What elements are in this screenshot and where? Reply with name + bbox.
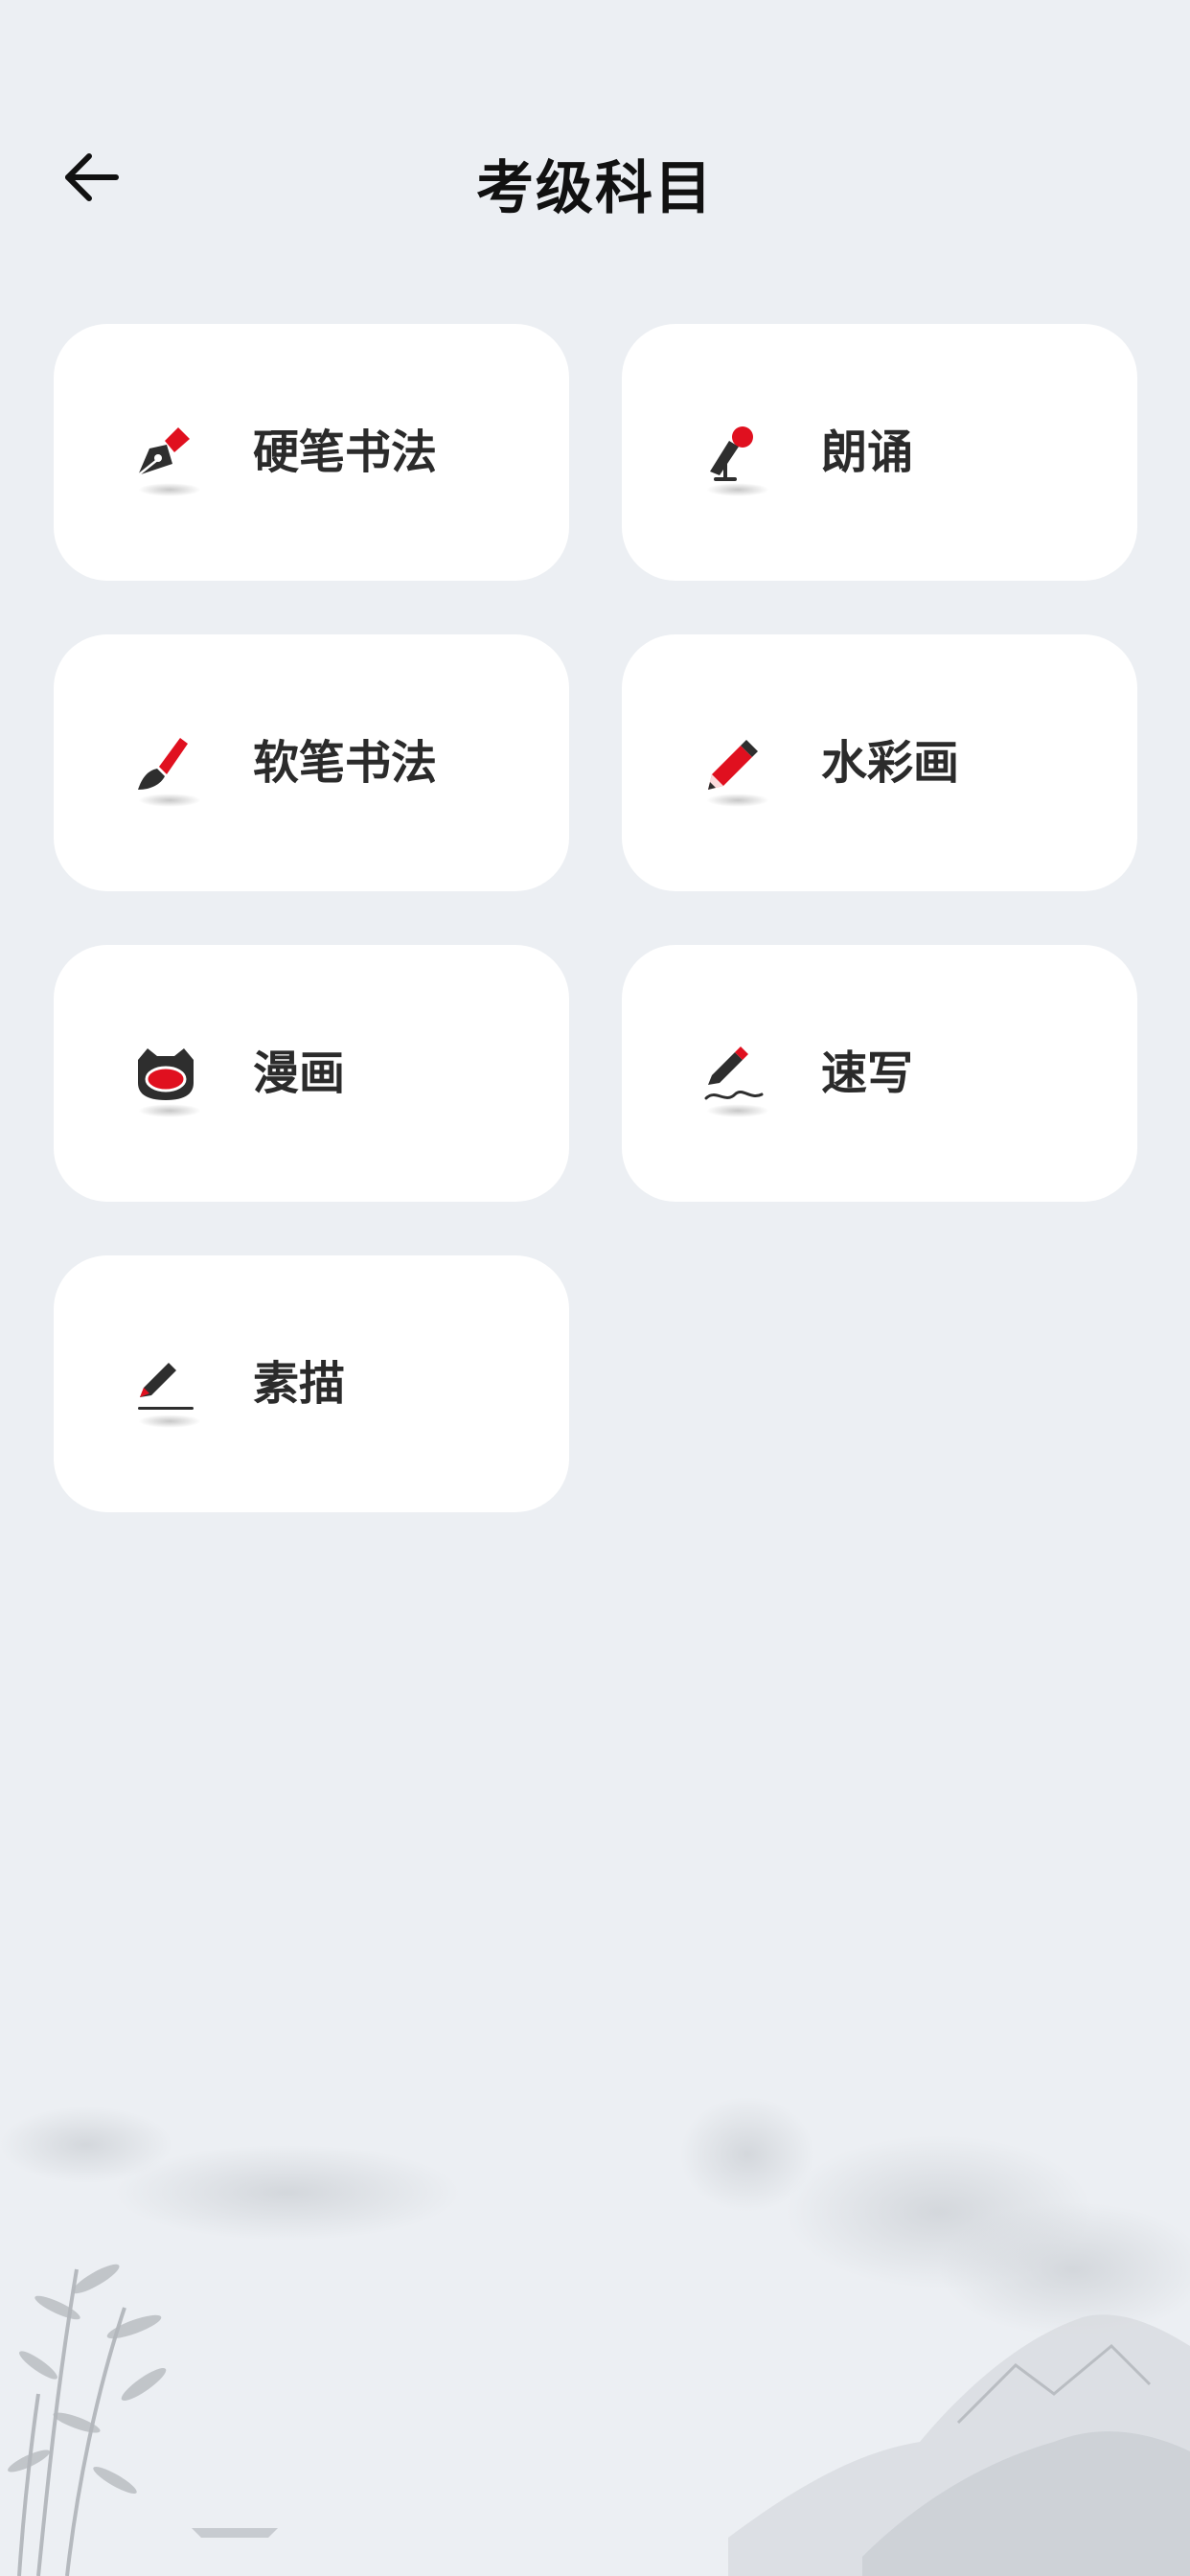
subject-label: 速写: [821, 1046, 914, 1100]
subject-label: 硬笔书法: [253, 426, 438, 479]
subject-card-sketching[interactable]: 速写: [622, 945, 1137, 1202]
fountain-pen-icon: [128, 416, 203, 496]
subject-card-recitation[interactable]: 朗诵: [622, 324, 1137, 581]
subject-card-watercolor[interactable]: 水彩画: [622, 634, 1137, 891]
subject-label: 水彩画: [821, 736, 960, 790]
page-title: 考级科目: [476, 155, 714, 222]
subject-card-hard-pen-calligraphy[interactable]: 硬笔书法: [54, 324, 569, 581]
subject-label: 素描: [253, 1357, 346, 1411]
drawing-pencil-icon: [128, 1347, 203, 1428]
subject-label: 朗诵: [821, 426, 914, 479]
subject-card-brush-calligraphy[interactable]: 软笔书法: [54, 634, 569, 891]
brush-icon: [128, 726, 203, 807]
sketch-pencil-icon: [697, 1037, 771, 1117]
subject-label: 软笔书法: [253, 736, 438, 790]
cartoon-cat-icon: [128, 1037, 203, 1117]
ink-landscape-background: [0, 2097, 1190, 2576]
header-bar: 考级科目: [0, 0, 1190, 288]
subject-card-drawing[interactable]: 素描: [54, 1255, 569, 1512]
subject-card-comics[interactable]: 漫画: [54, 945, 569, 1202]
pencil-icon: [697, 726, 771, 807]
subject-label: 漫画: [253, 1046, 346, 1100]
microphone-icon: [697, 416, 771, 496]
